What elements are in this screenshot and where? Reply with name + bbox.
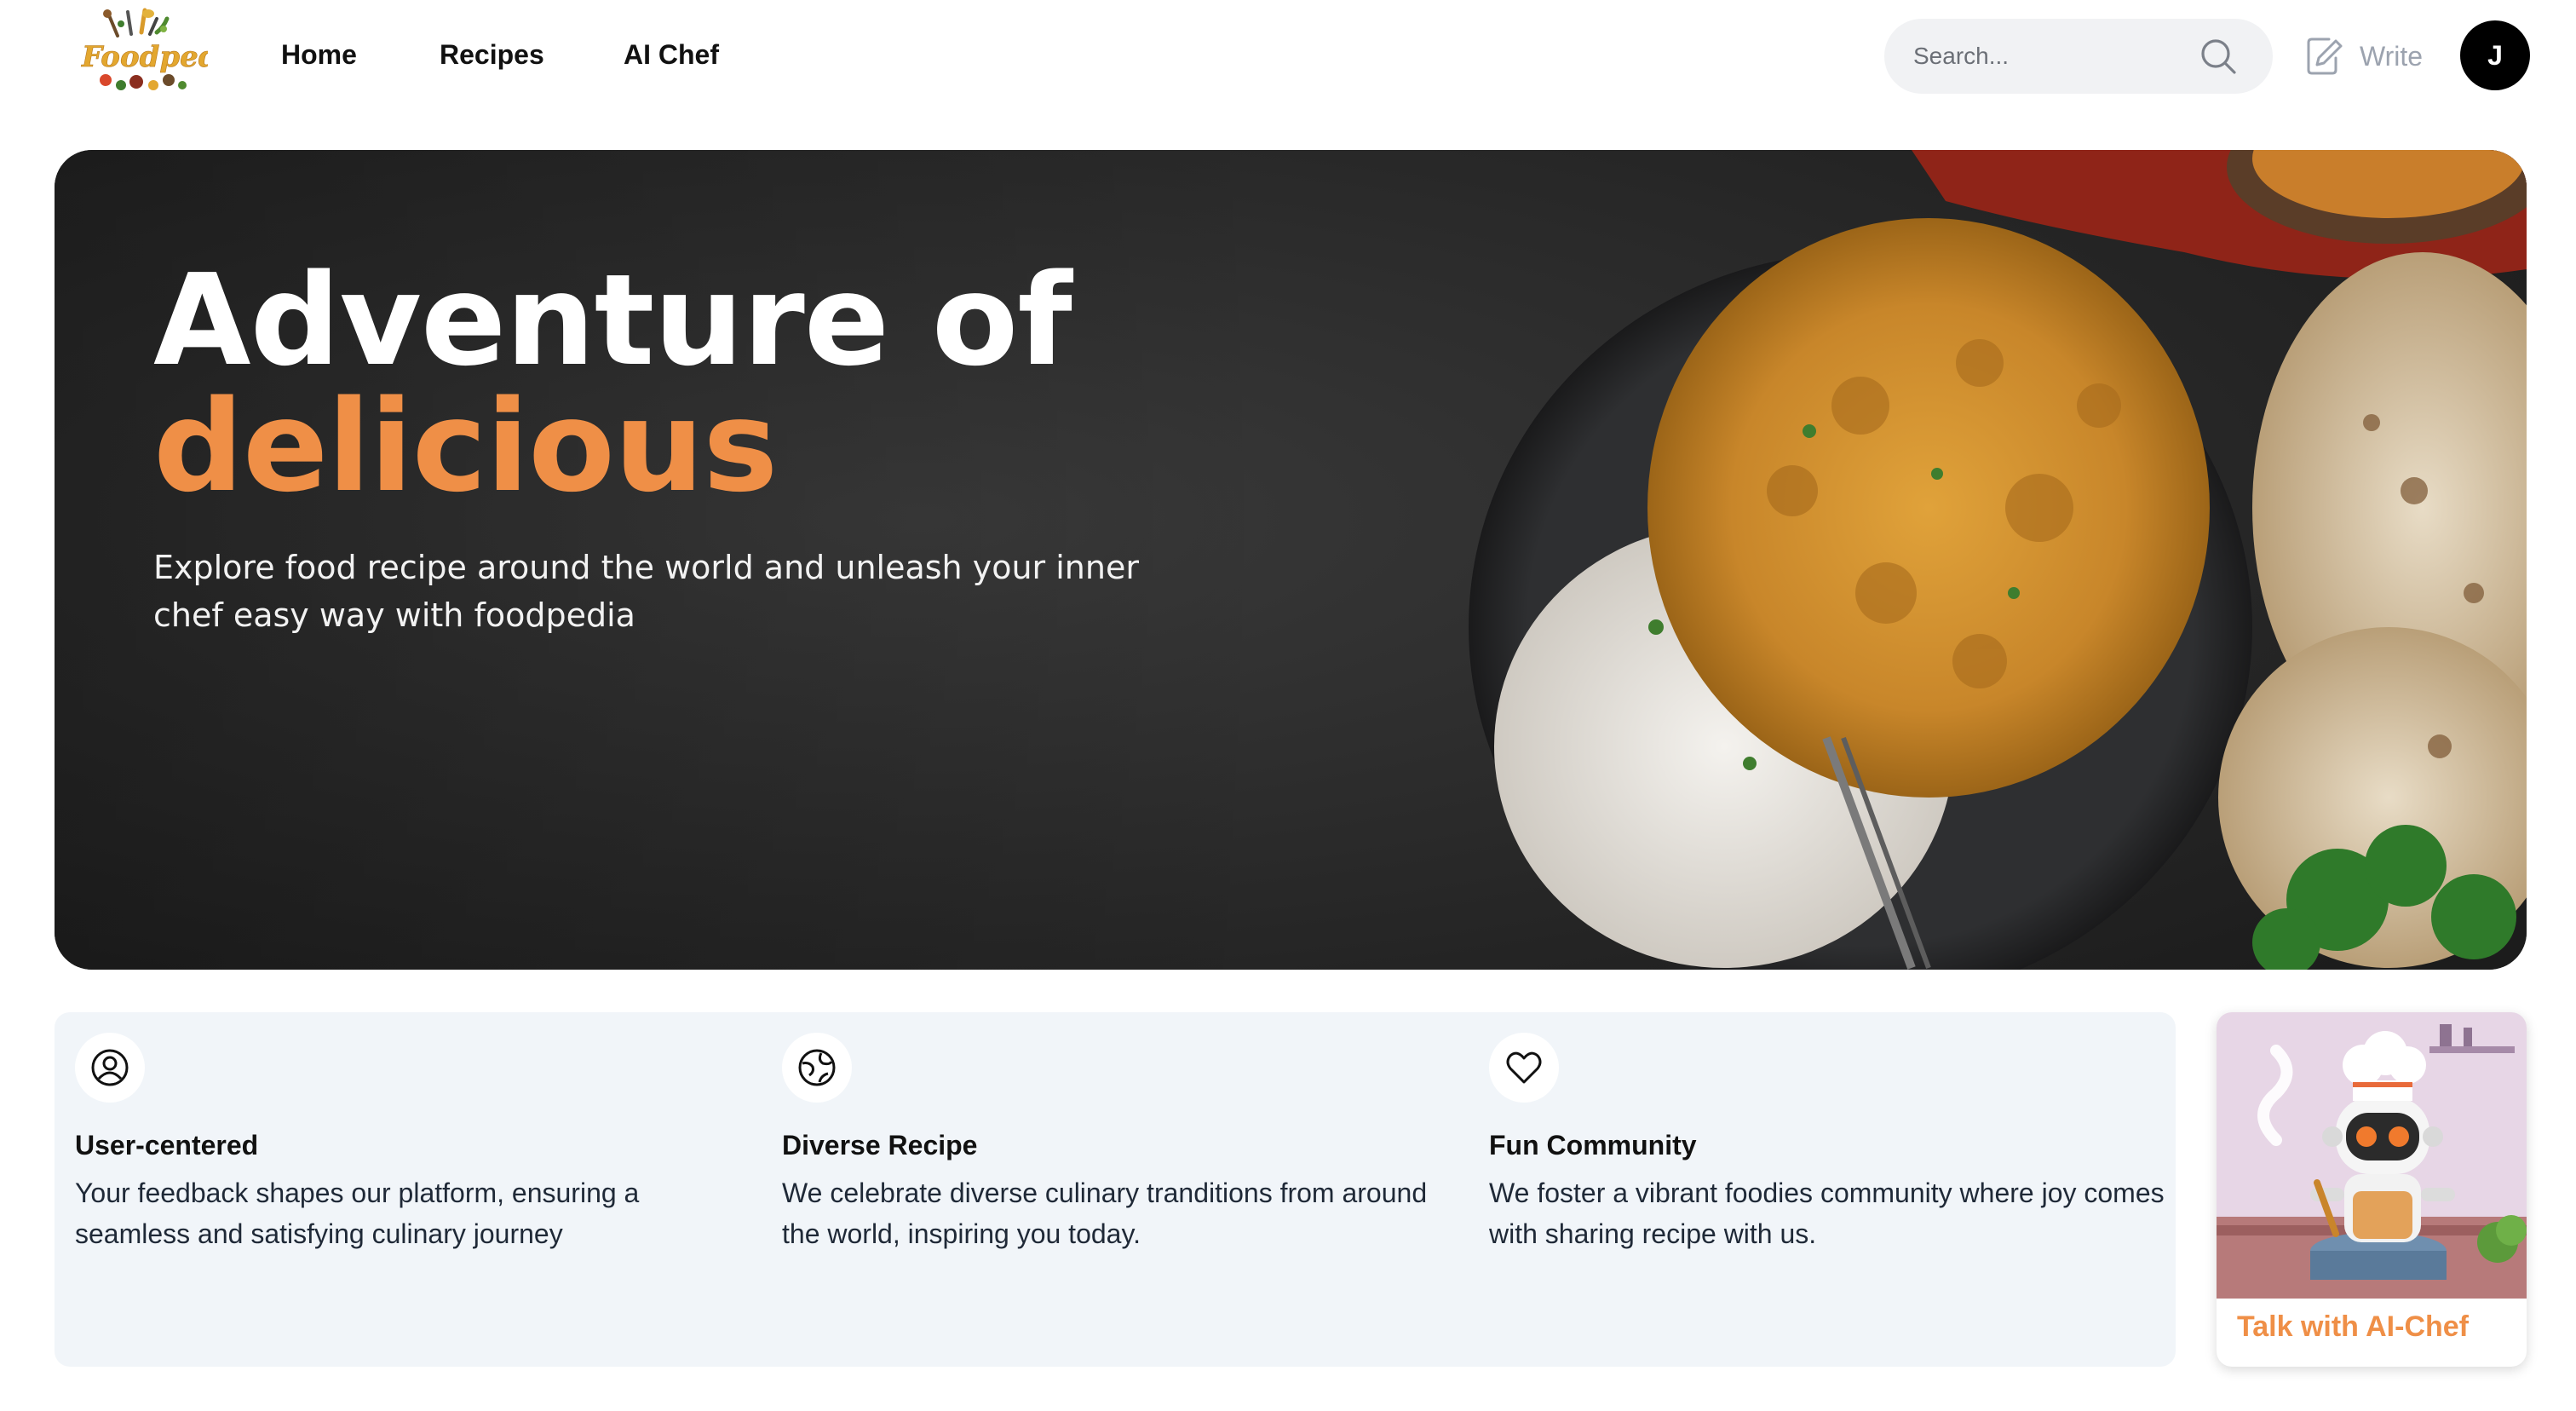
heart-icon [1489, 1033, 1559, 1103]
ai-chef-robot-illustration [2217, 1012, 2527, 1299]
feature-diverse-recipe: Diverse Recipe We celebrate diverse culi… [782, 1033, 1481, 1254]
talk-with-ai-chef-card[interactable]: Talk with AI-Chef [2217, 1012, 2527, 1367]
write-button[interactable]: Write [2303, 29, 2440, 84]
hero-title-line-2: delicious [153, 373, 778, 520]
nav-recipes-link[interactable]: Recipes [440, 37, 544, 72]
foodpedia-logo[interactable]: Foodpedia [75, 7, 249, 97]
feature-description: Your feedback shapes our platform, ensur… [75, 1178, 640, 1249]
write-label: Write [2360, 41, 2424, 72]
nav-ai-chef-link[interactable]: AI Chef [624, 37, 719, 72]
talk-with-ai-chef-label: Talk with AI-Chef [2237, 1310, 2469, 1343]
feature-description: We foster a vibrant foodies community wh… [1489, 1178, 2165, 1249]
feature-title: User-centered [75, 1130, 259, 1160]
hero-title: Adventure of delicious [153, 257, 1072, 510]
feature-description: We celebrate diverse culinary trandition… [782, 1178, 1428, 1249]
user-avatar[interactable]: J [2460, 20, 2530, 90]
feature-title: Diverse Recipe [782, 1130, 978, 1160]
hero-banner: Adventure of delicious Explore food reci… [55, 150, 2527, 970]
nav-home-link[interactable]: Home [281, 37, 357, 72]
svg-text:Foodpedia: Foodpedia [81, 40, 208, 74]
write-icon [2307, 37, 2343, 75]
navbar: Foodpedia Home Recipes AI Chef Write J [0, 0, 2576, 112]
search-input[interactable] [1913, 37, 2194, 75]
feature-user-centered: User-centered Your feedback shapes our p… [75, 1033, 773, 1254]
user-circle-icon [75, 1033, 145, 1103]
hero-subtitle: Explore food recipe around the world and… [153, 549, 1139, 634]
globe-icon [782, 1033, 852, 1103]
search-icon[interactable] [2198, 36, 2239, 77]
hero-title-line-1: Adventure of [153, 247, 1072, 394]
features-panel: User-centered Your feedback shapes our p… [55, 1012, 2176, 1367]
feature-fun-community: Fun Community We foster a vibrant foodie… [1489, 1033, 2188, 1254]
search-bar [1884, 19, 2273, 94]
feature-title: Fun Community [1489, 1130, 1697, 1160]
